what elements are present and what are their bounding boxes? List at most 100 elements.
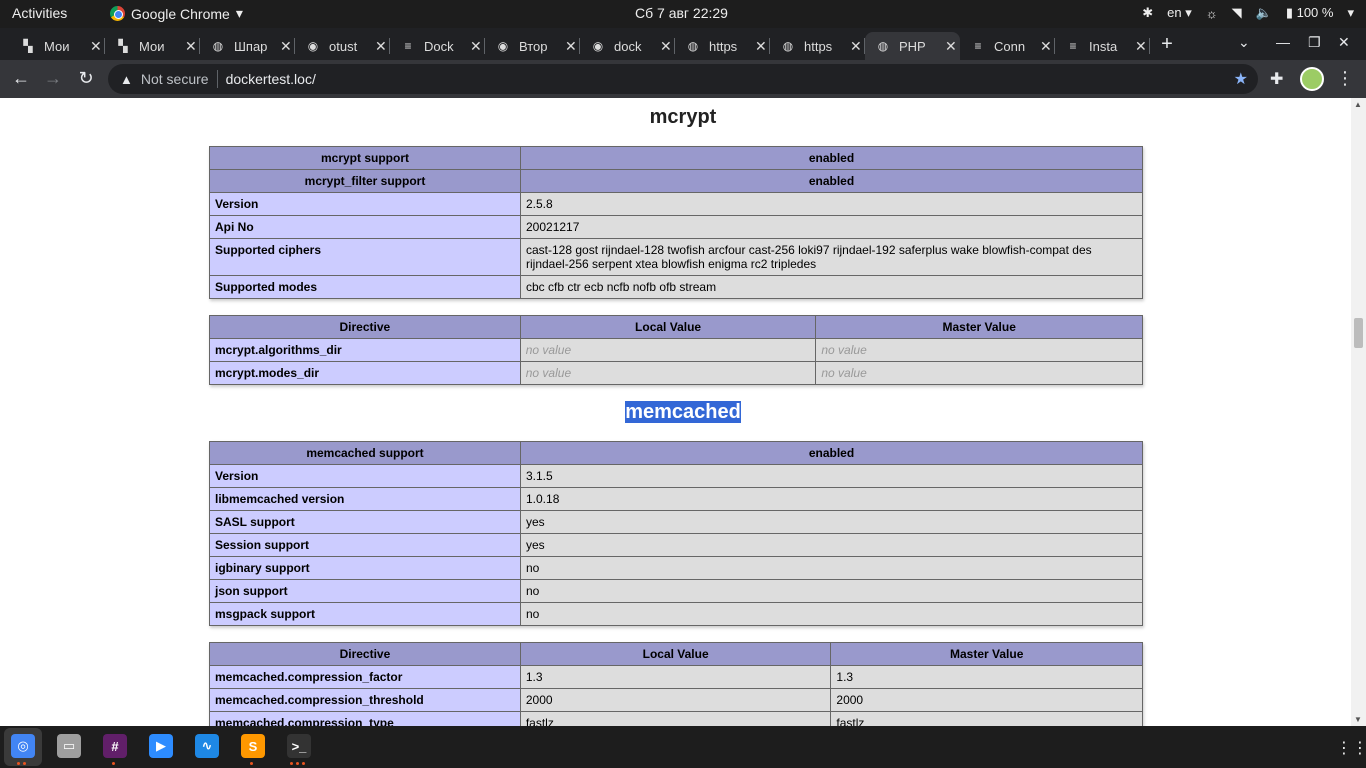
maximize-button[interactable]: ❐: [1308, 34, 1321, 51]
tab-8[interactable]: ◍ https ✕: [770, 32, 865, 60]
terminal-icon[interactable]: >_: [287, 734, 311, 758]
table-row: mcrypt.algorithms_dir no value no value: [209, 338, 1143, 362]
close-tab-icon[interactable]: ✕: [565, 38, 577, 55]
mcrypt-directive-table: Directive Local Value Master Value mcrypt.a…: [209, 315, 1143, 385]
browser-toolbar: ← → ↻ ▲ Not secure dockertest.loc/ ★ ✚ ⋮: [0, 60, 1366, 98]
clock[interactable]: Сб 7 авг 22:29: [635, 5, 728, 21]
row-key: msgpack support: [209, 602, 521, 626]
tab-5[interactable]: ◉ Втор ✕: [485, 32, 580, 60]
tab-4[interactable]: ≡ Dock ✕: [390, 32, 485, 60]
address-bar[interactable]: ▲ Not secure dockertest.loc/ ★: [108, 64, 1258, 94]
table-row: memcached.compression_threshold 2000 2000: [209, 688, 1143, 712]
close-tab-icon[interactable]: ✕: [90, 38, 102, 55]
row-key: Version: [209, 192, 521, 216]
github-icon: ◉: [497, 39, 509, 53]
tab-7[interactable]: ◍ https ✕: [675, 32, 770, 60]
activities-button[interactable]: Activities: [12, 5, 67, 21]
url-text[interactable]: dockertest.loc/: [226, 71, 316, 87]
slack-tray-icon[interactable]: ✱: [1142, 5, 1153, 21]
row-key: libmemcached version: [209, 487, 521, 511]
tab-title: Шпар: [234, 38, 268, 54]
language-indicator[interactable]: en ▾: [1167, 5, 1192, 21]
tab-6[interactable]: ◉ dock ✕: [580, 32, 675, 60]
tab-0[interactable]: ▚ Мои ✕: [10, 32, 105, 60]
local-value: no value: [519, 361, 817, 385]
close-tab-icon[interactable]: ✕: [1040, 38, 1052, 55]
new-tab-button[interactable]: +: [1157, 33, 1177, 56]
running-indicator: [17, 762, 26, 765]
close-tab-icon[interactable]: ✕: [280, 38, 292, 55]
row-value: 2.5.8: [520, 192, 1143, 216]
tab-11[interactable]: ≡ Insta ✕: [1055, 32, 1150, 60]
directive-name: memcached.compression_factor: [209, 665, 521, 689]
page-viewport: mcrypt mcrypt support enabled mcrypt_filte…: [0, 98, 1366, 726]
module-heading-memcached[interactable]: memcached: [0, 401, 1366, 424]
system-tray[interactable]: ✱ en ▾ ☼ ◥ 🔈 ▮ 100 % ▾: [1142, 5, 1354, 21]
minimize-button[interactable]: —: [1276, 34, 1290, 50]
row-key: SASL support: [209, 510, 521, 534]
forward-button[interactable]: →: [42, 68, 64, 89]
row-value: cast-128 gost rijndael-128 twofish arcfo…: [520, 238, 1143, 276]
profile-avatar[interactable]: [1300, 67, 1324, 91]
warning-icon[interactable]: ▲: [120, 72, 133, 87]
table-row: Session support yes: [209, 533, 1143, 557]
tab-separator: [1149, 38, 1150, 54]
table-row: Api No 20021217: [209, 215, 1143, 239]
page-scrollbar[interactable]: ▲ ▼: [1351, 98, 1366, 726]
column-header: Directive: [209, 315, 521, 339]
row-value: no: [520, 602, 1143, 626]
close-tab-icon[interactable]: ✕: [755, 38, 767, 55]
globe-icon: ◍: [782, 39, 794, 53]
close-tab-icon[interactable]: ✕: [945, 38, 957, 55]
chrome-menu-icon[interactable]: ⋮: [1336, 68, 1354, 89]
back-button[interactable]: ←: [10, 68, 32, 89]
tab-strip: ▚ Мои ✕ ▚ Мои ✕ ◍ Шпар ✕ ◉ otust ✕ ≡ Dock ✕ ◉ Втор ✕ ◉ dock…: [0, 28, 1366, 60]
tab-title: Мои: [44, 38, 70, 54]
extensions-icon[interactable]: ✚: [1270, 69, 1283, 89]
close-tab-icon[interactable]: ✕: [185, 38, 197, 55]
tab-1[interactable]: ▚ Мои ✕: [105, 32, 200, 60]
close-tab-icon[interactable]: ✕: [660, 38, 672, 55]
tab-title: Conn: [994, 38, 1026, 54]
scroll-down-arrow-icon[interactable]: ▼: [1354, 715, 1362, 724]
monitor-icon[interactable]: ∿: [195, 734, 219, 758]
reload-button[interactable]: ↻: [75, 68, 97, 89]
row-key: igbinary support: [209, 556, 521, 580]
tab-2[interactable]: ◍ Шпар ✕: [200, 32, 295, 60]
app-name: Google Chrome: [131, 5, 230, 22]
zoom-icon[interactable]: ▶: [149, 734, 173, 758]
sublime-icon[interactable]: S: [241, 734, 265, 758]
table-row: msgpack support no: [209, 602, 1143, 626]
not-secure-label[interactable]: Not secure: [141, 71, 209, 87]
scrollbar-thumb[interactable]: [1354, 318, 1363, 348]
table-row: memcached.compression_type fastlz fastlz: [209, 711, 1143, 726]
master-value: 2000: [830, 688, 1143, 712]
row-key: mcrypt support: [209, 146, 521, 170]
close-tab-icon[interactable]: ✕: [375, 38, 387, 55]
close-window-button[interactable]: ✕: [1338, 34, 1350, 51]
close-tab-icon[interactable]: ✕: [470, 38, 482, 55]
module-heading-mcrypt[interactable]: mcrypt: [0, 106, 1366, 129]
ubuntu-dock: ◎ ▭ # ▶ ∿ S >_ ⋮⋮⋮: [0, 726, 1366, 768]
slack-icon[interactable]: #: [103, 734, 127, 758]
app-menu[interactable]: Google Chrome ▾: [110, 5, 243, 22]
close-tab-icon[interactable]: ✕: [850, 38, 862, 55]
close-tab-icon[interactable]: ✕: [1135, 38, 1147, 55]
chevron-down-icon[interactable]: ▾: [1347, 5, 1354, 21]
chrome-icon[interactable]: ◎: [11, 734, 35, 758]
table-row: Version 2.5.8: [209, 192, 1143, 216]
table-header-row: Directive Local Value Master Value: [209, 642, 1143, 666]
scroll-up-arrow-icon[interactable]: ▲: [1354, 100, 1362, 109]
table-row: libmemcached version 1.0.18: [209, 487, 1143, 511]
tab-9[interactable]: ◍ PHP ✕: [865, 32, 960, 60]
column-header: Master Value: [815, 315, 1143, 339]
row-value: no: [520, 556, 1143, 580]
show-applications-icon[interactable]: ⋮⋮⋮: [1336, 738, 1366, 758]
table-row: memcached support enabled: [209, 441, 1143, 465]
row-key: memcached support: [209, 441, 521, 465]
tab-10[interactable]: ≡ Conn ✕: [960, 32, 1055, 60]
bookmark-star-icon[interactable]: ★: [1234, 69, 1248, 89]
files-icon[interactable]: ▭: [57, 734, 81, 758]
tab-3[interactable]: ◉ otust ✕: [295, 32, 390, 60]
tab-search-button[interactable]: ⌄: [1238, 34, 1250, 51]
